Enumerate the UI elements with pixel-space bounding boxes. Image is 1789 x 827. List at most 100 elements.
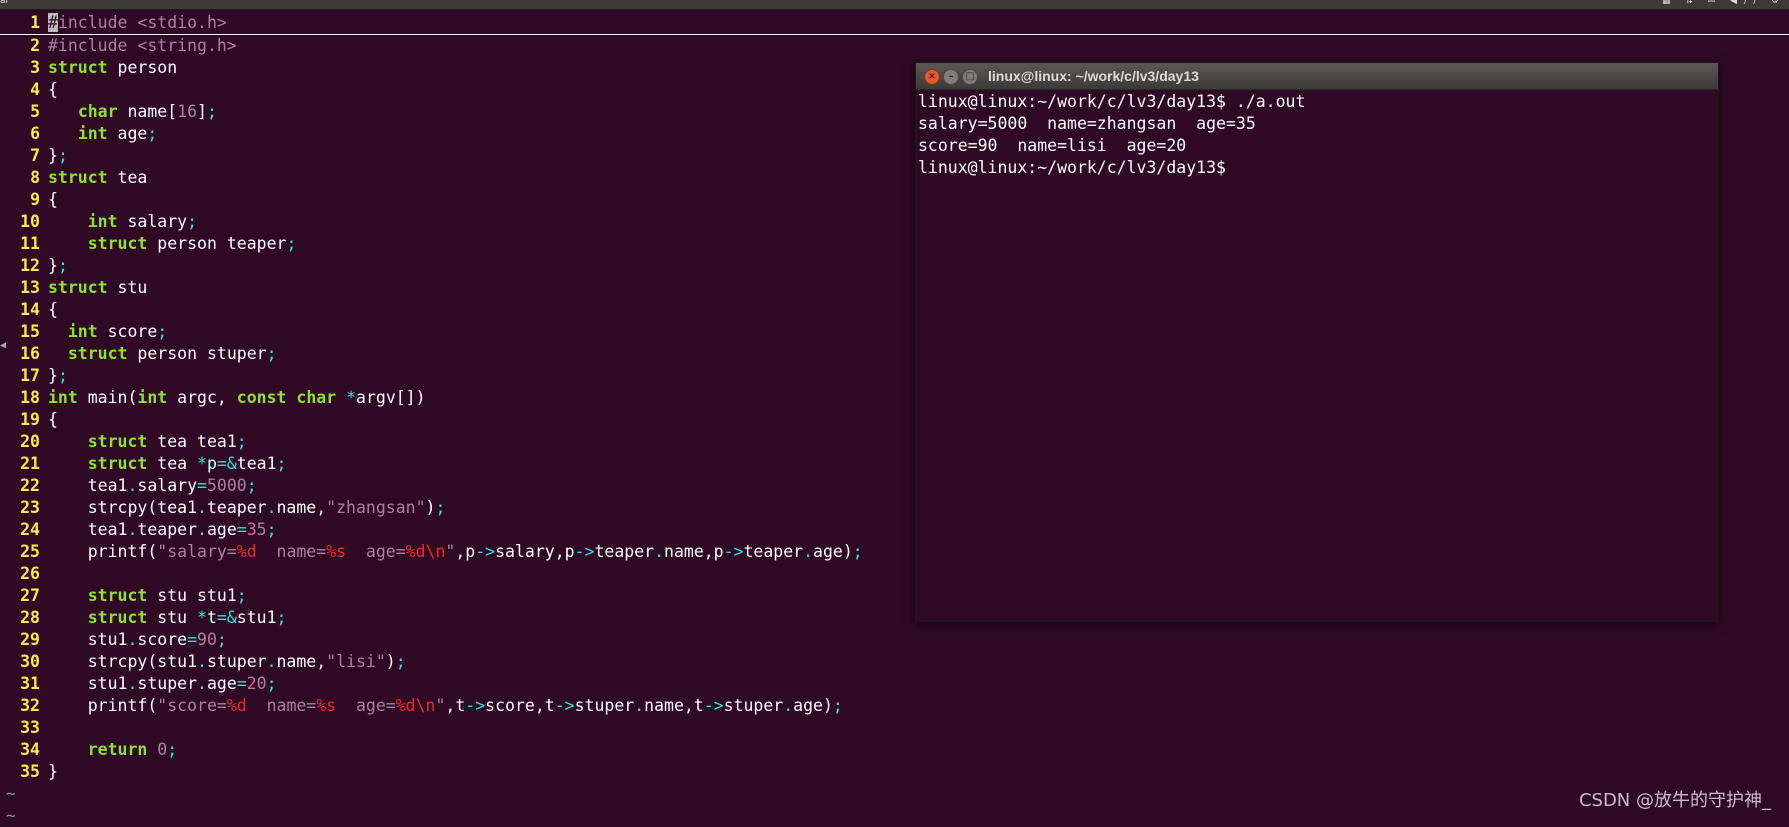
code-token: . bbox=[266, 498, 277, 517]
code-text[interactable]: struct stu stu1; bbox=[48, 585, 247, 607]
code-line[interactable]: 2 #include <string.h> bbox=[0, 35, 1789, 57]
code-text[interactable]: int age; bbox=[48, 123, 158, 145]
code-text[interactable]: }; bbox=[48, 255, 68, 277]
code-token: printf( bbox=[48, 542, 158, 561]
code-token: %s bbox=[326, 542, 347, 561]
code-token: tea bbox=[107, 168, 148, 187]
code-token: { bbox=[48, 410, 58, 429]
code-token: 0 bbox=[157, 740, 168, 759]
code-text[interactable]: strcpy(stu1.stuper.name,"lisi"); bbox=[48, 651, 406, 673]
code-token: age= bbox=[336, 696, 396, 715]
line-number: 24 bbox=[20, 520, 40, 539]
code-token: person stuper bbox=[127, 344, 267, 363]
code-token: int bbox=[87, 212, 118, 231]
code-token: tea bbox=[147, 454, 198, 473]
code-text[interactable]: strcpy(tea1.teaper.name,"zhangsan"); bbox=[48, 497, 446, 519]
code-token: tea1 bbox=[236, 454, 277, 473]
code-token: -> bbox=[574, 542, 595, 561]
code-text[interactable]: struct tea tea1; bbox=[48, 431, 247, 453]
code-text[interactable]: { bbox=[48, 189, 58, 211]
code-token: ; bbox=[57, 366, 68, 385]
close-icon[interactable]: × bbox=[924, 69, 940, 85]
code-text[interactable]: { bbox=[48, 79, 58, 101]
code-text[interactable]: printf("salary=%d name=%s age=%d\n",p->s… bbox=[48, 541, 863, 563]
code-token: . bbox=[803, 542, 814, 561]
code-token: 20 bbox=[246, 674, 267, 693]
code-token: ; bbox=[236, 432, 247, 451]
terminal-window[interactable]: × – □ linux@linux: ~/work/c/lv3/day13 li… bbox=[915, 62, 1719, 622]
code-token: name= bbox=[246, 696, 317, 715]
code-token: stuper bbox=[723, 696, 784, 715]
code-text[interactable]: }; bbox=[48, 365, 68, 387]
line-number: 29 bbox=[20, 630, 40, 649]
code-token: } bbox=[48, 762, 58, 781]
code-text[interactable]: struct person bbox=[48, 57, 177, 79]
empty-buffer-line: ~ bbox=[0, 783, 1789, 805]
code-line[interactable]: 35} bbox=[0, 761, 1789, 783]
code-token: -> bbox=[723, 542, 744, 561]
code-text[interactable]: }; bbox=[48, 145, 68, 167]
code-token: %d bbox=[236, 542, 257, 561]
code-text[interactable]: int score; bbox=[48, 321, 167, 343]
code-token: stu1 bbox=[48, 630, 128, 649]
code-line[interactable]: 33 bbox=[0, 717, 1789, 739]
line-number: 28 bbox=[20, 608, 40, 627]
terminal-output[interactable]: linux@linux:~/work/c/lv3/day13$ ./a.out s… bbox=[918, 91, 1716, 179]
code-text[interactable]: } bbox=[48, 761, 58, 783]
code-line[interactable]: 1 #include <stdio.h> bbox=[0, 12, 1789, 35]
code-text[interactable]: struct tea *p=&tea1; bbox=[48, 453, 287, 475]
code-text[interactable]: printf("score=%d name=%s age=%d\n",t->sc… bbox=[48, 695, 843, 717]
code-text[interactable]: int salary; bbox=[48, 211, 197, 233]
code-text[interactable]: stu1.stuper.age=20; bbox=[48, 673, 277, 695]
code-text[interactable]: int main(int argc, const char *argv[]) bbox=[48, 387, 426, 409]
code-token: . bbox=[127, 630, 138, 649]
line-number: 22 bbox=[20, 476, 40, 495]
code-token: stu bbox=[147, 608, 198, 627]
code-token: age bbox=[107, 124, 148, 143]
code-token: argc, bbox=[167, 388, 237, 407]
code-token: ; bbox=[395, 652, 406, 671]
code-token: t bbox=[206, 608, 217, 627]
code-line[interactable]: 31 stu1.stuper.age=20; bbox=[0, 673, 1789, 695]
code-token: { bbox=[48, 300, 58, 319]
code-line[interactable]: 34 return 0; bbox=[0, 739, 1789, 761]
code-text[interactable]: stu1.score=90; bbox=[48, 629, 227, 651]
line-number: 14 bbox=[20, 300, 40, 319]
code-text[interactable]: struct tea bbox=[48, 167, 147, 189]
code-token: ; bbox=[216, 630, 227, 649]
code-line[interactable]: 32 printf("score=%d name=%s age=%d\n",t-… bbox=[0, 695, 1789, 717]
minimize-icon[interactable]: – bbox=[943, 69, 959, 85]
code-line[interactable]: 30 strcpy(stu1.stuper.name,"lisi"); bbox=[0, 651, 1789, 673]
terminal-line: salary=5000 name=zhangsan age=35 bbox=[918, 114, 1256, 133]
code-token: "score= bbox=[157, 696, 227, 715]
code-token: #include <string.h> bbox=[48, 36, 237, 55]
code-line[interactable]: 29 stu1.score=90; bbox=[0, 629, 1789, 651]
code-text[interactable]: { bbox=[48, 409, 58, 431]
system-indicator-icons[interactable]: ▦ ⇅ ✉ ◀)) ⚙ bbox=[1662, 0, 1785, 6]
code-token: age) bbox=[813, 542, 853, 561]
code-text[interactable]: tea1.teaper.age=35; bbox=[48, 519, 277, 541]
code-token: age bbox=[206, 520, 237, 539]
code-text[interactable]: { bbox=[48, 299, 58, 321]
code-token: . bbox=[197, 498, 207, 517]
maximize-icon[interactable]: □ bbox=[962, 69, 978, 85]
code-token: . bbox=[783, 696, 794, 715]
code-token: ; bbox=[276, 454, 287, 473]
code-text[interactable]: tea1.salary=5000; bbox=[48, 475, 257, 497]
terminal-titlebar[interactable]: × – □ linux@linux: ~/work/c/lv3/day13 bbox=[916, 63, 1718, 90]
code-token: ; bbox=[187, 212, 198, 231]
code-text[interactable]: char name[16]; bbox=[48, 101, 217, 123]
code-text[interactable]: struct stu bbox=[48, 277, 147, 299]
code-text[interactable]: return 0; bbox=[48, 739, 177, 761]
code-token: } bbox=[48, 256, 58, 275]
code-text[interactable]: struct person teaper; bbox=[48, 233, 297, 255]
top-panel: al ▦ ⇅ ✉ ◀)) ⚙ bbox=[0, 0, 1789, 10]
code-text[interactable]: struct stu *t=&stu1; bbox=[48, 607, 287, 629]
code-token: { bbox=[48, 190, 58, 209]
code-text[interactable]: #include <string.h> bbox=[48, 35, 237, 57]
code-text[interactable]: struct person stuper; bbox=[48, 343, 277, 365]
code-text[interactable]: #include <stdio.h> bbox=[48, 12, 227, 34]
line-number: 34 bbox=[20, 740, 40, 759]
